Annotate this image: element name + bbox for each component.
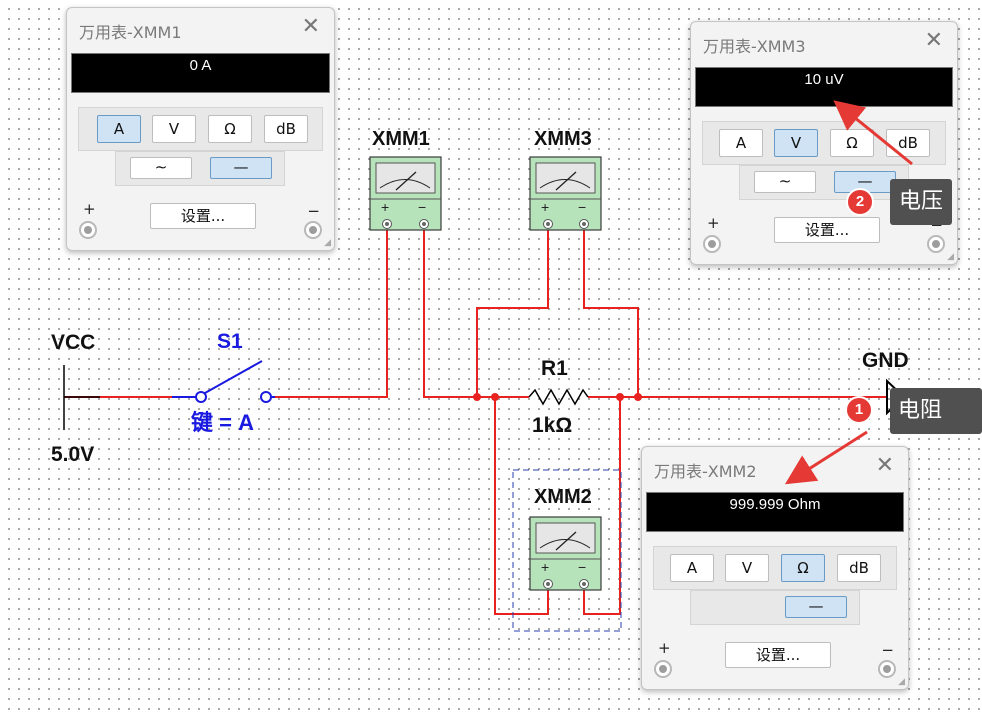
meter-minus-sign: − [578,199,586,215]
multimeter-panel-xmm3[interactable]: 万用表-XMM3 ✕ 10 uV A V Ω dB ∼ — + − 设置... … [690,21,958,265]
dc-button[interactable]: — [210,157,272,179]
mode-button-a[interactable]: A [719,129,763,157]
mode-selector: A V Ω dB [653,546,897,590]
mode-button-ohm[interactable]: Ω [830,129,874,157]
wire-xmm3-plus [476,230,549,397]
gnd-label: GND [862,349,909,372]
mode-button-db[interactable]: dB [264,115,308,143]
switch-s1[interactable] [172,360,275,403]
plus-terminal[interactable] [703,235,721,253]
mode-button-db[interactable]: dB [886,129,930,157]
resize-grip-icon[interactable]: ◢ [947,251,954,262]
meter-xmm2-label: XMM2 [534,486,592,508]
mode-button-a[interactable]: A [670,554,714,582]
mode-button-ohm[interactable]: Ω [208,115,252,143]
multimeter-panel-xmm2[interactable]: 万用表-XMM2 ✕ 999.999 Ohm A V Ω dB — + − 设置… [641,446,909,690]
wire-switch-to-xmm1-plus [275,230,388,398]
junction-dot [616,393,624,401]
wire-xmm3-minus [583,230,639,397]
ac-button[interactable]: ∼ [130,157,192,179]
junctions [473,393,642,401]
junction-dot [491,393,499,401]
callout-resistance: 电阻 [890,388,982,434]
mode-button-v[interactable]: V [725,554,769,582]
mode-selector: A V Ω dB [702,121,946,165]
junction-dot [473,393,481,401]
mode-selector: A V Ω dB [78,107,323,151]
minus-terminal[interactable] [304,221,322,239]
coupling-selector: ∼ — [739,165,909,200]
annotation-badge-2: 2 [846,188,874,216]
plus-terminal[interactable] [654,660,672,678]
coupling-selector: ∼ — [115,151,285,186]
callout-text: 电压 [898,189,943,214]
junction-dot [634,393,642,401]
mode-button-a[interactable]: A [97,115,141,143]
resistor-name: R1 [541,357,568,380]
plus-terminal[interactable] [79,221,97,239]
mode-button-db[interactable]: dB [837,554,881,582]
plus-label: + [83,200,96,218]
meter-display: 999.999 Ohm [646,492,904,532]
minus-terminal[interactable] [878,660,896,678]
meter-minus-sign: − [578,559,586,575]
switch-name: S1 [217,330,243,353]
mode-button-v[interactable]: V [152,115,196,143]
resize-grip-icon[interactable]: ◢ [324,237,331,248]
resistor-r1[interactable] [528,388,589,406]
multimeter-panel-xmm1[interactable]: 万用表-XMM1 ✕ 0 A A V Ω dB ∼ — + − 设置... ◢ [66,7,335,251]
minus-label: − [881,641,894,659]
vcc-voltage: 5.0V [51,443,94,466]
close-icon[interactable]: ✕ [302,14,320,39]
vcc-label: VCC [51,331,95,354]
dc-button[interactable]: — [785,596,847,618]
meter-xmm1[interactable]: + − [369,156,442,231]
annotation-badge-1: 1 [845,396,873,424]
meter-xmm3[interactable]: + − [529,156,602,231]
settings-button[interactable]: 设置... [725,642,831,668]
plus-label: + [658,639,671,657]
meter-xmm3-label: XMM3 [534,128,592,150]
settings-button[interactable]: 设置... [150,203,256,229]
callout-voltage: 电压 [890,179,952,225]
settings-button[interactable]: 设置... [774,217,880,243]
coupling-selector: — [690,590,860,625]
callout-text: 电阻 [898,398,943,423]
switch-key-label: 键 = A [191,410,254,435]
minus-terminal[interactable] [927,235,945,253]
vcc-source[interactable] [63,365,100,430]
meter-xmm2[interactable]: + − [529,516,602,591]
panel-title: 万用表-XMM2 [654,462,757,481]
meter-display: 0 A [71,53,330,93]
mode-button-ohm[interactable]: Ω [781,554,825,582]
meter-plus-sign: + [381,199,389,215]
resistor-value: 1kΩ [532,414,572,437]
close-icon[interactable]: ✕ [876,453,894,478]
mode-button-v[interactable]: V [774,129,818,157]
meter-plus-sign: + [541,199,549,215]
plus-label: + [707,214,720,232]
panel-title: 万用表-XMM3 [703,37,806,56]
meter-display: 10 uV [695,67,953,107]
meter-minus-sign: − [418,199,426,215]
meter-xmm1-label: XMM1 [372,128,430,150]
minus-label: − [307,202,320,220]
resize-grip-icon[interactable]: ◢ [898,676,905,687]
meter-plus-sign: + [541,559,549,575]
ac-button[interactable]: ∼ [754,171,816,193]
panel-title: 万用表-XMM1 [79,23,182,42]
close-icon[interactable]: ✕ [925,28,943,53]
